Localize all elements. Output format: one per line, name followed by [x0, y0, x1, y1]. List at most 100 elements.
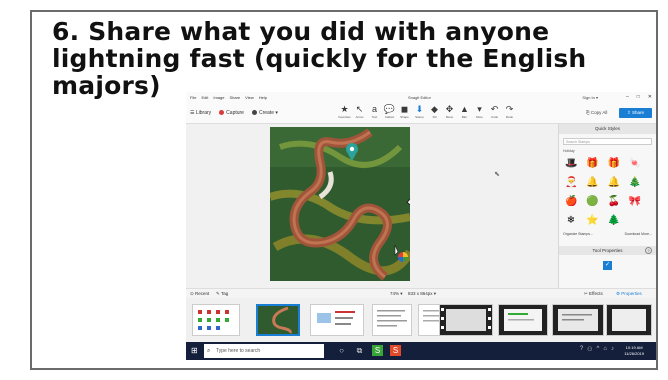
stamp-icon[interactable]: 🔔 — [608, 177, 620, 189]
tool-undo[interactable]: ↶ Undo — [488, 104, 501, 119]
tool-fill[interactable]: ◆ Fill — [428, 104, 441, 119]
stamp-icon[interactable]: 🍎 — [565, 196, 577, 208]
tool-properties-header: Tool Properties ? — [559, 246, 656, 255]
menu-help[interactable]: Help — [259, 95, 267, 100]
help-icon[interactable]: ? — [645, 247, 652, 254]
film-strip-image — [607, 305, 651, 335]
size-dropdown[interactable]: 833 x 864px ▾ — [408, 291, 436, 297]
zoom-dropdown[interactable]: 74% ▾ — [390, 291, 403, 297]
library-button[interactable]: ☰ Library — [190, 110, 211, 116]
tag-tab[interactable]: ✎ Tag — [216, 291, 228, 297]
stamp-icon[interactable]: 🎅 — [565, 177, 577, 189]
volume-icon[interactable]: ♪ — [611, 346, 614, 353]
stamp-icon[interactable]: 🎁 — [608, 158, 620, 170]
tool-text[interactable]: a Text — [368, 104, 381, 119]
tool-move[interactable]: ✥ Move — [443, 104, 456, 119]
search-icon: ⌕ — [207, 348, 211, 354]
close-icon[interactable]: ✕ — [648, 94, 652, 100]
task-view-icon[interactable]: ⧉ — [354, 345, 365, 356]
tool-shape[interactable]: ◼ Shape — [398, 104, 411, 119]
capture-thumbnail-selected[interactable] — [256, 304, 300, 336]
snagit-app-icon[interactable]: S — [372, 345, 383, 356]
chevron-up-icon[interactable]: ^ — [597, 346, 600, 353]
sign-in-link[interactable]: Sign In ▾ — [582, 95, 598, 100]
tool-arrow[interactable]: ↖ Arrow — [353, 104, 366, 119]
stamp-icon[interactable]: 🎀 — [629, 196, 641, 208]
tool-label: Redo — [505, 115, 514, 119]
video-thumbnail[interactable] — [606, 304, 652, 336]
stamp-icon: ⬇ — [415, 104, 424, 114]
capture-thumbnail[interactable] — [310, 304, 364, 336]
menu-share[interactable]: Share — [229, 95, 240, 100]
taskbar-search-input[interactable]: ⌕ Type here to search — [204, 344, 324, 358]
menu-edit[interactable]: Edit — [201, 95, 208, 100]
taskbar-apps: ○ ⧉ S S — [336, 345, 401, 356]
stamp-icon[interactable]: 🎄 — [629, 177, 641, 189]
video-thumbnail[interactable] — [498, 304, 548, 336]
stamp-icon[interactable]: ❄ — [565, 215, 577, 227]
stamp-icon[interactable]: 🍒 — [608, 196, 620, 208]
menu-view[interactable]: View — [245, 95, 254, 100]
minimize-icon[interactable]: – — [626, 94, 629, 100]
tool-redo[interactable]: ↷ Redo — [503, 104, 516, 119]
fill-icon: ◆ — [431, 104, 438, 114]
snagit-editor-app-icon[interactable]: S — [390, 345, 401, 356]
create-button[interactable]: Create ▾ — [251, 110, 278, 116]
tool-checkbox[interactable]: ✓ — [603, 261, 612, 270]
recent-tab[interactable]: ⊙ Recent — [190, 291, 209, 297]
favorites-icon: ★ — [340, 104, 349, 114]
stamp-icon[interactable]: 🎩 — [565, 158, 577, 170]
capture-thumbnail[interactable] — [372, 304, 412, 336]
capture-button[interactable]: Capture — [219, 110, 244, 116]
slide-title: 6. Share what you did with anyone lightn… — [52, 17, 587, 100]
tool-callout[interactable]: 💬 Callout — [383, 104, 396, 119]
stamp-links: Organize Stamps... Download More... — [559, 232, 656, 236]
help-tray-icon[interactable]: ? — [580, 346, 583, 353]
stamp-icon[interactable]: 🔔 — [586, 177, 598, 189]
text-thumbnail-image — [377, 310, 407, 327]
taskbar-clock[interactable]: 10:19 AM 11/26/2019 — [624, 345, 644, 357]
stamp-icon[interactable] — [629, 215, 641, 227]
river-image — [270, 127, 410, 281]
recent-captures-tray — [186, 298, 656, 342]
stamp-grid: 🎩 🎁 🎁 🍬 🎅 🔔 🔔 🎄 🍎 🟢 🍒 🎀 ❄ ⭐ 🌲 — [559, 153, 656, 232]
maximize-icon[interactable]: □ — [637, 94, 640, 100]
tool-favorites[interactable]: ★ Favorites — [338, 104, 351, 119]
stamp-icon[interactable]: 🎁 — [586, 158, 598, 170]
tool-blur[interactable]: ▲ Blur — [458, 104, 471, 119]
properties-button[interactable]: ⚙ Properties — [616, 291, 642, 297]
menu-image[interactable]: Image — [213, 95, 224, 100]
windows-start-icon[interactable]: ⊞ — [191, 346, 200, 355]
text-icon: a — [371, 104, 377, 114]
stamp-icon[interactable]: 🍬 — [629, 158, 641, 170]
people-icon[interactable]: ⚇ — [587, 346, 592, 353]
aerial-river-photo[interactable] — [270, 127, 410, 281]
copy-all-button[interactable]: ⎘ Copy All — [586, 110, 607, 115]
effects-button[interactable]: ✂ Effects — [584, 291, 603, 297]
organize-stamps-link[interactable]: Organize Stamps... — [563, 232, 593, 236]
canvas-area[interactable]: ⬉ — [186, 124, 558, 284]
share-button[interactable]: ⇪ Share — [619, 108, 652, 118]
tool-more[interactable]: ▾ More — [473, 104, 486, 119]
menu-file[interactable]: File — [190, 95, 196, 100]
tool-label: Stamp — [415, 115, 424, 119]
capture-thumbnail[interactable] — [192, 304, 240, 336]
stamp-search-input[interactable]: Search Stamps — [563, 138, 652, 145]
title-bar: File Edit Image Share View Help Snagit E… — [186, 92, 656, 102]
stamp-icon[interactable]: 🟢 — [586, 196, 598, 208]
stamp-icon[interactable]: ⭐ — [586, 215, 598, 227]
cortana-icon[interactable]: ○ — [336, 345, 347, 356]
film-strip-image — [499, 305, 547, 335]
tool-strip: ★ Favorites ↖ Arrow a Text 💬 Callout ◼ Shape ⬇ Stam… — [338, 104, 516, 119]
create-icon — [251, 110, 257, 116]
video-thumbnail[interactable] — [439, 304, 493, 336]
download-more-link[interactable]: Download More... — [625, 232, 652, 236]
document-thumbnail-image — [317, 311, 355, 325]
move-icon: ✥ — [445, 104, 454, 114]
stamp-icon[interactable]: 🌲 — [608, 215, 620, 227]
network-icon[interactable]: ⌂ — [603, 346, 607, 353]
video-thumbnail[interactable] — [552, 304, 604, 336]
tool-stamp[interactable]: ⬇ Stamp — [413, 104, 426, 119]
film-strip-image — [553, 305, 603, 335]
tool-label: Move — [445, 115, 454, 119]
